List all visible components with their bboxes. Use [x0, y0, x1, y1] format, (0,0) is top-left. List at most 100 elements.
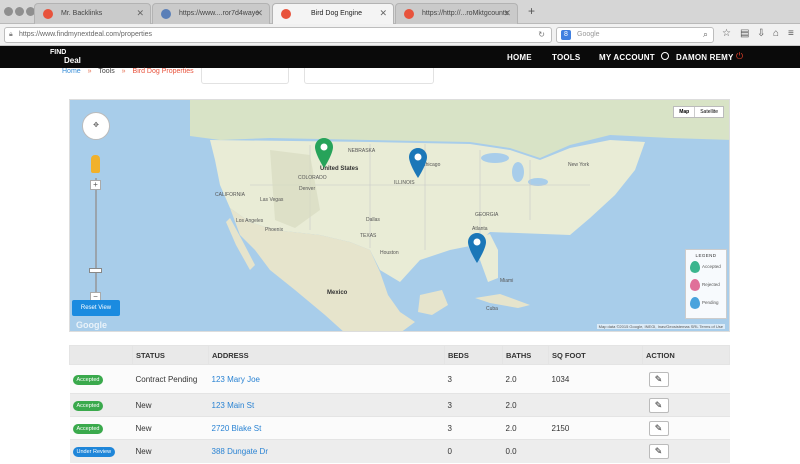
badge-cell: Accepted: [69, 364, 133, 394]
browser-tab-2[interactable]: https://www....ror7d4waye ✕: [152, 3, 270, 24]
breadcrumb: Home » Tools » Bird Dog Properties: [62, 68, 194, 75]
legend-item-rejected: Rejected: [686, 276, 726, 294]
reset-view-button[interactable]: Reset View: [72, 300, 120, 316]
tab-label: https://www....ror7d4waye: [179, 10, 260, 17]
legend-label: Rejected: [702, 282, 720, 287]
site-logo[interactable]: FIND Deal: [50, 49, 98, 66]
zoom-in-button[interactable]: +: [90, 180, 101, 190]
map-label-los-angeles: Los Angeles: [236, 218, 264, 224]
address-link[interactable]: 388 Dungate Dr: [212, 447, 268, 456]
star-icon[interactable]: ☆: [722, 28, 731, 39]
status-cell: New: [132, 416, 209, 440]
address-cell: 123 Main St: [208, 393, 445, 417]
column-header-beds: BEDS: [444, 345, 503, 365]
map-label-nebraska: NEBRASKA: [348, 148, 376, 154]
edit-pencil-icon[interactable]: ✎: [648, 397, 669, 413]
reader-icon[interactable]: ▤: [740, 28, 749, 39]
google-logo: Google: [76, 320, 107, 330]
column-header-action: ACTION: [642, 345, 730, 365]
status-cell: New: [132, 439, 209, 463]
map-label-cuba: Cuba: [486, 306, 498, 312]
search-icon[interactable]: ⌕: [703, 29, 708, 40]
map-label-las-vegas: Las Vegas: [260, 197, 284, 203]
window-close-control[interactable]: [4, 7, 13, 16]
properties-table: STATUS ADDRESS BEDS BATHS SQ FOOT ACTION…: [69, 345, 730, 463]
map-marker-pending[interactable]: [409, 148, 427, 178]
status-badge: Under Review: [72, 446, 116, 457]
address-link[interactable]: 123 Mary Joe: [212, 375, 260, 384]
map-attribution[interactable]: Map data ©2015 Google, INEGI, Inav/Geosi…: [596, 324, 725, 329]
status-badge: Accepted: [72, 400, 104, 411]
edit-pencil-icon[interactable]: ✎: [648, 420, 669, 436]
marker-accepted-icon: [690, 261, 700, 273]
sign-out-icon[interactable]: ⏻: [736, 51, 743, 62]
url-text: https://www.findmynextdeal.com/propertie…: [19, 31, 153, 38]
sqft-cell: 1034: [548, 364, 643, 394]
badge-cell: Under Review: [69, 439, 133, 463]
browser-tab-1[interactable]: Mr. Backlinks ✕: [34, 3, 151, 24]
close-icon[interactable]: ✕: [503, 8, 511, 19]
map-label-houston: Houston: [380, 250, 399, 256]
legend-label: Pending: [702, 300, 719, 305]
column-header-status: STATUS: [132, 345, 209, 365]
table-row: Under Review New 388 Dungate Dr 0 0.0 ✎: [69, 439, 730, 463]
address-link[interactable]: 123 Main St: [212, 401, 255, 410]
reload-icon[interactable]: ↻: [538, 30, 545, 39]
close-icon[interactable]: ✕: [136, 8, 144, 19]
browser-tab-4[interactable]: https://http://...roMktgcounts ✕: [395, 3, 518, 24]
table-row: Accepted Contract Pending 123 Mary Joe 3…: [69, 364, 730, 394]
browser-tab-3[interactable]: Bird Dog Engine ✕: [272, 3, 394, 24]
baths-cell: 2.0: [502, 393, 549, 417]
marker-rejected-icon: [690, 279, 700, 291]
street-view-pegman-icon[interactable]: [91, 155, 100, 173]
breadcrumb-current: Bird Dog Properties: [132, 68, 194, 75]
map-label-atlanta: Atlanta: [472, 226, 488, 232]
home-icon[interactable]: ⌂: [773, 28, 779, 39]
address-link[interactable]: 2720 Blake St: [212, 424, 262, 433]
nav-tools[interactable]: TOOLS: [552, 53, 580, 62]
edit-pencil-icon[interactable]: ✎: [648, 371, 669, 387]
map-label-california: CALIFORNIA: [215, 192, 246, 198]
status-badge: Accepted: [72, 423, 104, 434]
close-icon[interactable]: ✕: [379, 8, 387, 19]
zoom-slider-track[interactable]: [95, 178, 97, 298]
filter-input-2[interactable]: [304, 68, 434, 84]
map-marker-pending[interactable]: [468, 233, 486, 263]
browser-tab-strip: Mr. Backlinks ✕ https://www....ror7d4way…: [0, 0, 800, 24]
map-type-map-button[interactable]: Map: [674, 107, 696, 117]
map-type-satellite-button[interactable]: Satellite: [695, 107, 723, 117]
status-badge: Accepted: [72, 374, 104, 385]
breadcrumb-separator: »: [121, 68, 126, 75]
address-bar[interactable]: 🔒︎ https://www.findmynextdeal.com/proper…: [4, 27, 552, 43]
breadcrumb-tools[interactable]: Tools: [98, 68, 114, 75]
properties-map[interactable]: United States Mexico Cuba NEBRASKA ILLIN…: [69, 99, 730, 332]
nav-user-name[interactable]: DAMON REMY: [676, 53, 734, 62]
browser-search-box[interactable]: 8 Google ⌕: [556, 27, 714, 43]
search-engine-icon[interactable]: 8: [561, 30, 571, 40]
nav-home[interactable]: HOME: [507, 53, 532, 62]
site-navbar: FIND Deal HOME TOOLS MY ACCOUNT DAMON RE…: [0, 46, 800, 68]
filter-input-1[interactable]: [201, 68, 289, 84]
nav-my-account[interactable]: MY ACCOUNT: [599, 53, 655, 62]
pan-control-icon[interactable]: ✥: [82, 112, 110, 140]
new-tab-icon[interactable]: +: [528, 4, 535, 18]
breadcrumb-home[interactable]: Home: [62, 68, 81, 75]
baths-cell: 2.0: [502, 416, 549, 440]
logo-line-2: Deal: [64, 56, 81, 65]
close-icon[interactable]: ✕: [255, 8, 263, 19]
window-minimize-control[interactable]: [15, 7, 24, 16]
download-icon[interactable]: ⇩: [757, 28, 765, 39]
tab-label: Bird Dog Engine: [311, 10, 362, 17]
zoom-slider-handle[interactable]: [89, 268, 102, 273]
map-legend: LEGEND Accepted Rejected Pending: [685, 249, 727, 319]
table-row: Accepted New 123 Main St 3 2.0 ✎: [69, 393, 730, 417]
edit-pencil-icon[interactable]: ✎: [648, 443, 669, 459]
legend-item-accepted: Accepted: [686, 258, 726, 276]
map-marker-accepted[interactable]: [315, 138, 333, 168]
lock-icon: 🔒︎: [9, 31, 13, 38]
menu-icon[interactable]: ≡: [788, 28, 794, 39]
sqft-cell: [548, 439, 643, 463]
column-header-badge: [69, 345, 133, 365]
browser-toolbar: 🔒︎ https://www.findmynextdeal.com/proper…: [0, 24, 800, 46]
sqft-cell: [548, 393, 643, 417]
